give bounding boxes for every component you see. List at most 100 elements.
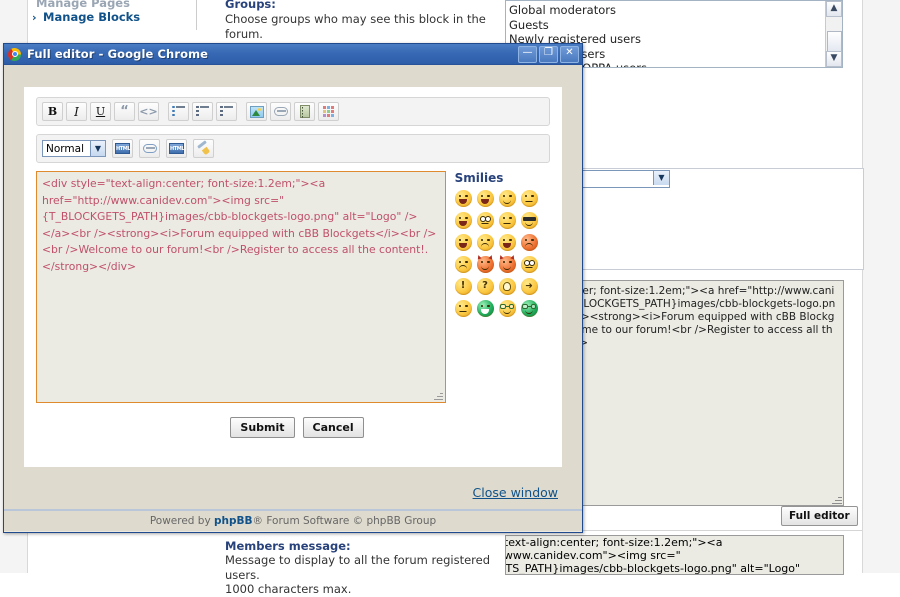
- footer-suffix: ® Forum Software © phpBB Group: [252, 515, 437, 527]
- smiley-exclamation[interactable]: !: [454, 278, 472, 295]
- sidebar-item-manage-blocks[interactable]: › Manage Blocks: [32, 10, 140, 24]
- footer-prefix: Powered by: [149, 515, 215, 527]
- html-insert-button[interactable]: HTML: [166, 139, 187, 158]
- editor-toolbar-secondary: Normal ▼ HTML HTML: [36, 134, 550, 163]
- smiley-ugeek[interactable]: [520, 300, 538, 317]
- groups-help-title: Groups:: [225, 0, 276, 11]
- smiley-evil[interactable]: [476, 254, 494, 273]
- smiley-laugh[interactable]: [454, 234, 472, 251]
- smiley-neutral-2[interactable]: [454, 300, 472, 317]
- link-icon: [273, 107, 288, 116]
- smiley-cool[interactable]: [520, 212, 538, 229]
- smiley-confused[interactable]: [498, 212, 516, 229]
- insert-table-button[interactable]: [318, 102, 339, 121]
- full-editor-button[interactable]: Full editor: [781, 506, 858, 526]
- smiley-wink[interactable]: [498, 190, 516, 207]
- groups-help-line1: Choose groups who may see this block in …: [225, 12, 486, 41]
- code-icon: <>: [139, 105, 158, 118]
- background-code-textarea-2[interactable]: <div style="text-align:center; font-size…: [505, 535, 844, 575]
- editor-textarea[interactable]: <div style="text-align:center; font-size…: [36, 171, 446, 403]
- dialog-action-row: Submit Cancel: [24, 417, 562, 438]
- members-message-block: Members message: Message to display to a…: [225, 540, 503, 597]
- list-item[interactable]: Guests: [509, 18, 842, 33]
- bold-button[interactable]: B: [42, 102, 63, 121]
- unordered-list-icon: [172, 105, 185, 117]
- smiley-geek[interactable]: [498, 300, 516, 317]
- dialog-body: B I U “ <> Normal ▼ HTML HTML <div style…: [4, 65, 582, 531]
- smilies-grid: ! ? ➜: [454, 190, 550, 320]
- table-icon: [323, 106, 334, 117]
- background-dropdown[interactable]: ▼: [578, 170, 670, 188]
- insert-image-button[interactable]: [246, 102, 267, 121]
- dialog-titlebar[interactable]: Full editor - Google Chrome — ❐ ✕: [4, 44, 582, 65]
- image-icon: [249, 105, 264, 118]
- smiley-mad[interactable]: [520, 234, 538, 251]
- editor-card: B I U “ <> Normal ▼ HTML HTML <div style…: [24, 87, 562, 467]
- smilies-title: Smilies: [454, 171, 504, 185]
- underline-button[interactable]: U: [90, 102, 111, 121]
- scroll-up-icon[interactable]: ▲: [826, 1, 842, 17]
- background-code-2-text: <div style="text-align:center; font-size…: [505, 536, 801, 575]
- arrow-icon: ➜: [525, 281, 533, 291]
- resize-grip-icon[interactable]: [831, 493, 842, 504]
- html-remove-button[interactable]: [139, 139, 160, 158]
- chevron-down-icon[interactable]: ▼: [653, 171, 669, 185]
- bold-icon: B: [47, 105, 58, 118]
- chevron-right-icon: ›: [32, 11, 37, 24]
- smiley-twisted[interactable]: [498, 254, 516, 273]
- smiley-surprised[interactable]: [454, 212, 472, 229]
- html-remove-icon: [142, 144, 157, 153]
- close-window-link[interactable]: Close window: [473, 485, 558, 500]
- smiley-neutral[interactable]: [520, 190, 538, 207]
- insert-media-button[interactable]: [294, 102, 315, 121]
- view-source-button[interactable]: HTML: [112, 139, 133, 158]
- members-message-title: Members message:: [225, 539, 351, 553]
- blockquote-button[interactable]: “: [114, 102, 135, 121]
- smiley-smile-big[interactable]: [454, 190, 472, 207]
- sidebar-item-manage-pages[interactable]: Manage Pages: [36, 0, 130, 10]
- maximize-button[interactable]: ❐: [539, 45, 558, 63]
- quote-icon: “: [120, 104, 129, 119]
- remove-list-button[interactable]: [216, 102, 237, 121]
- smiley-mrgreen[interactable]: [476, 300, 494, 317]
- smiley-smile[interactable]: [476, 190, 494, 207]
- html-plus-icon: HTML: [169, 143, 185, 154]
- brush-icon: [196, 140, 211, 156]
- members-message-line2: 1000 characters max.: [225, 582, 352, 596]
- sidebar-item-manage-pages-label: Manage Pages: [36, 0, 130, 10]
- clear-format-button[interactable]: [193, 139, 214, 158]
- list-item[interactable]: Global moderators: [509, 3, 842, 18]
- insert-link-button[interactable]: [270, 102, 291, 121]
- smiley-idea[interactable]: [498, 278, 516, 295]
- close-icon: ✕: [565, 46, 574, 58]
- smiley-shocked[interactable]: [476, 212, 494, 229]
- minimize-button[interactable]: —: [518, 45, 537, 63]
- code-button[interactable]: <>: [138, 102, 159, 121]
- underline-icon: U: [95, 105, 106, 118]
- chevron-down-icon[interactable]: ▼: [90, 141, 105, 156]
- smiley-tongue[interactable]: [498, 234, 516, 251]
- cancel-button[interactable]: Cancel: [302, 417, 364, 438]
- remove-list-icon: [220, 105, 233, 117]
- italic-button[interactable]: I: [66, 102, 87, 121]
- minimize-icon: —: [522, 46, 533, 58]
- html-icon: HTML: [115, 143, 131, 154]
- smiley-question[interactable]: ?: [476, 278, 494, 295]
- close-button[interactable]: ✕: [560, 45, 579, 63]
- scroll-down-icon[interactable]: ▼: [826, 51, 842, 67]
- format-select[interactable]: Normal ▼: [42, 140, 106, 157]
- unordered-list-button[interactable]: [168, 102, 189, 121]
- smiley-sad[interactable]: [476, 234, 494, 251]
- resize-grip-icon[interactable]: [433, 390, 443, 400]
- members-message-line1: Message to display to all the forum regi…: [225, 553, 490, 582]
- smiley-arrow[interactable]: ➜: [520, 278, 538, 295]
- groups-listbox-scrollbar[interactable]: ▲ ▼: [825, 1, 842, 67]
- ordered-list-button[interactable]: [192, 102, 213, 121]
- smiley-rolleyes[interactable]: [520, 256, 538, 273]
- question-icon: ?: [482, 280, 488, 291]
- format-select-value: Normal: [46, 142, 84, 155]
- submit-button[interactable]: Submit: [230, 417, 295, 438]
- maximize-icon: ❐: [544, 46, 553, 58]
- film-icon: [299, 105, 310, 118]
- smiley-cry[interactable]: [454, 256, 472, 273]
